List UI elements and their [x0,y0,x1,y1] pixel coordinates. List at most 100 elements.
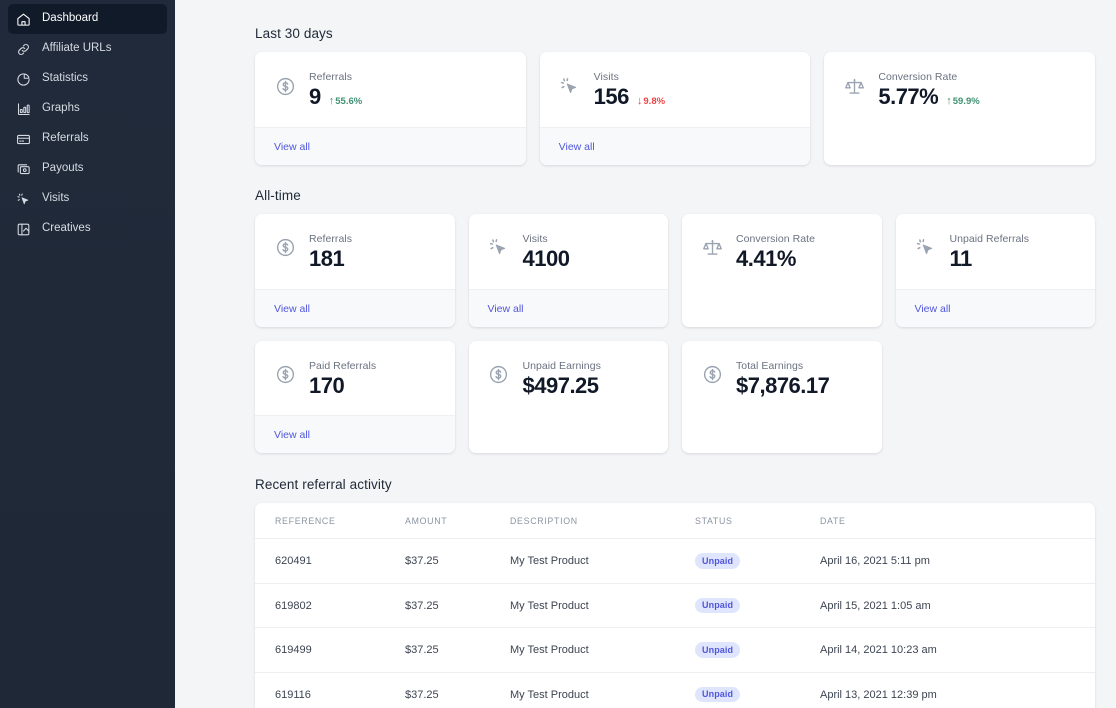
section-title-last-30-days: Last 30 days [255,26,333,41]
recent-referral-activity-table: REFERENCE AMOUNT DESCRIPTION STATUS DATE 620… [255,503,1095,708]
sidebar-item-referrals[interactable]: Referrals [8,124,167,154]
sidebar-item-statistics[interactable]: Statistics [8,64,167,94]
cursor-click-icon [488,237,510,259]
bar-chart-icon [16,102,31,117]
view-all-link[interactable]: View all [559,141,595,153]
table-cell-description: My Test Product [510,627,695,673]
stat-card-value-row: $497.25 [522,372,601,399]
grid-spacer [896,341,1096,454]
stat-card-value: 5.77% [878,84,939,110]
stat-card-footer: View all [539,126,811,165]
view-all-link[interactable]: View all [915,303,951,315]
sidebar-item-dashboard[interactable]: Dashboard [8,4,167,34]
table-cell-status: Unpaid [695,672,820,708]
stat-card-label: Visits [593,71,619,83]
view-all-link[interactable]: View all [488,303,524,315]
cursor-click-icon [559,75,581,97]
table-row[interactable]: 619499 $37.25 My Test Product Unpaid April 1… [255,627,1095,673]
stat-card-text: Paid Referrals 170 [309,359,376,399]
stat-card-footer: View all [468,288,668,327]
table-header-status: STATUS [695,503,820,540]
stat-card-value: $497.25 [522,372,600,398]
stat-card-delta: ↑ 59.9% [946,95,979,108]
sidebar-item-label: Referrals [42,132,89,145]
stat-card-unpaid-earnings: Unpaid Earnings $497.25 [468,340,668,454]
credit-card-icon [16,132,31,147]
sidebar-item-label: Affiliate URLs [42,42,112,55]
image-icon [16,222,31,237]
stat-card-conversion-rate: Conversion Rate 5.77% ↑ 59.9% [824,52,1096,165]
stat-card-value: 11 [949,245,973,271]
sidebar-item-creatives[interactable]: Creatives [8,214,167,244]
section-title-all-time: All-time [255,187,301,203]
stacked-cards-icon [16,162,31,177]
stat-card-body: Referrals 9 ↑ 55.6% [255,52,526,127]
stat-card-value-row: 156 ↓ 9.8% [594,85,665,110]
stat-card-text: Visits 4100 [523,232,570,272]
stat-card-value: 4.41% [736,245,796,271]
table-header-date: DATE [820,503,1095,540]
stat-card-delta-value: 9.8% [643,96,666,108]
table-row[interactable]: 619802 $37.25 My Test Product Unpaid April 1… [255,583,1095,629]
table-cell-date: April 14, 2021 10:23 am [820,627,1095,673]
stat-card-text: Unpaid Referrals 11 [950,232,1030,272]
stat-card-unpaid-referrals: Unpaid Referrals 11 View all [895,213,1095,327]
sidebar-item-visits[interactable]: Visits [8,184,167,214]
view-all-link[interactable]: View all [274,141,310,153]
view-all-link[interactable]: View all [274,429,310,441]
stat-card-body: Paid Referrals 170 [255,341,455,416]
arrow-up-icon: ↑ [946,95,952,108]
cursor-click-icon [16,192,31,207]
stat-card-body: Total Earnings $7,876.17 [682,341,882,454]
stat-card-label: Conversion Rate [878,71,958,83]
stat-card-footer: View all [895,288,1095,327]
table-cell-reference: 619116 [255,672,405,708]
table-cell-reference: 619499 [255,627,405,673]
sidebar: Dashboard Affiliate URLs Statistics Graphs R… [0,0,175,708]
sidebar-item-label: Statistics [42,72,89,85]
sidebar-item-graphs[interactable]: Graphs [8,94,167,124]
sidebar-item-affiliate-urls[interactable]: Affiliate URLs [8,34,167,64]
status-badge: Unpaid [695,553,741,569]
stat-card-value-row: 9 ↑ 55.6% [309,85,362,110]
stat-card-conversion-rate: Conversion Rate 4.41% [682,213,882,327]
table-cell-date: April 13, 2021 12:39 pm [820,672,1095,708]
stat-card-value-row: $7,876.17 [736,372,830,399]
stat-card-text: Referrals 9 ↑ 55.6% [309,70,362,110]
stat-card-value: 9 [309,84,321,110]
table-cell-description: My Test Product [510,583,695,629]
view-all-link[interactable]: View all [274,303,310,315]
dollar-circle-icon [274,75,296,97]
last-30-days-card-row: Referrals 9 ↑ 55.6% View all Visits 156 ↓ 9.8% Vi… [255,52,1096,165]
sidebar-item-label: Dashboard [42,12,99,25]
stat-card-body: Conversion Rate 5.77% ↑ 59.9% [824,52,1095,165]
table-body: 620491 $37.25 My Test Product Unpaid April 1… [255,538,1095,708]
table-cell-description: My Test Product [510,538,695,584]
stat-card-footer: View all [255,415,455,454]
stat-card-label: Visits [522,232,548,245]
table-row[interactable]: 619116 $37.25 My Test Product Unpaid April 1… [255,672,1095,708]
app-root: Dashboard Affiliate URLs Statistics Graphs R… [0,0,1116,708]
all-time-card-row-2: Paid Referrals 170 View all Unpaid Earnings… [255,340,1096,454]
table-row[interactable]: 620491 $37.25 My Test Product Unpaid April 1… [255,538,1095,584]
arrow-up-icon: ↑ [328,95,335,108]
sidebar-item-payouts[interactable]: Payouts [8,154,167,184]
scales-icon [701,237,723,259]
stat-card-label: Total Earnings [736,359,804,372]
stat-card-value-row: 11 [949,245,1030,272]
stat-card-label: Unpaid Referrals [949,232,1030,245]
table-head: REFERENCE AMOUNT DESCRIPTION STATUS DATE [255,503,1095,540]
status-badge: Unpaid [695,597,741,614]
stat-card-text: Conversion Rate 4.41% [736,232,815,272]
table-header-amount: AMOUNT [405,503,510,540]
table-cell-date: April 15, 2021 1:05 am [820,583,1095,629]
stat-card-value: $7,876.17 [736,372,830,398]
sidebar-item-label: Payouts [42,162,84,175]
stat-card-text: Referrals 181 [309,232,352,272]
stat-card-body: Conversion Rate 4.41% [682,214,882,327]
stat-card-value: 4100 [522,245,570,271]
referrals-table: REFERENCE AMOUNT DESCRIPTION STATUS DATE 620… [255,503,1095,708]
table-cell-status: Unpaid [695,538,820,584]
stat-card-body: Visits 4100 [469,214,669,289]
pie-chart-icon [16,72,31,87]
